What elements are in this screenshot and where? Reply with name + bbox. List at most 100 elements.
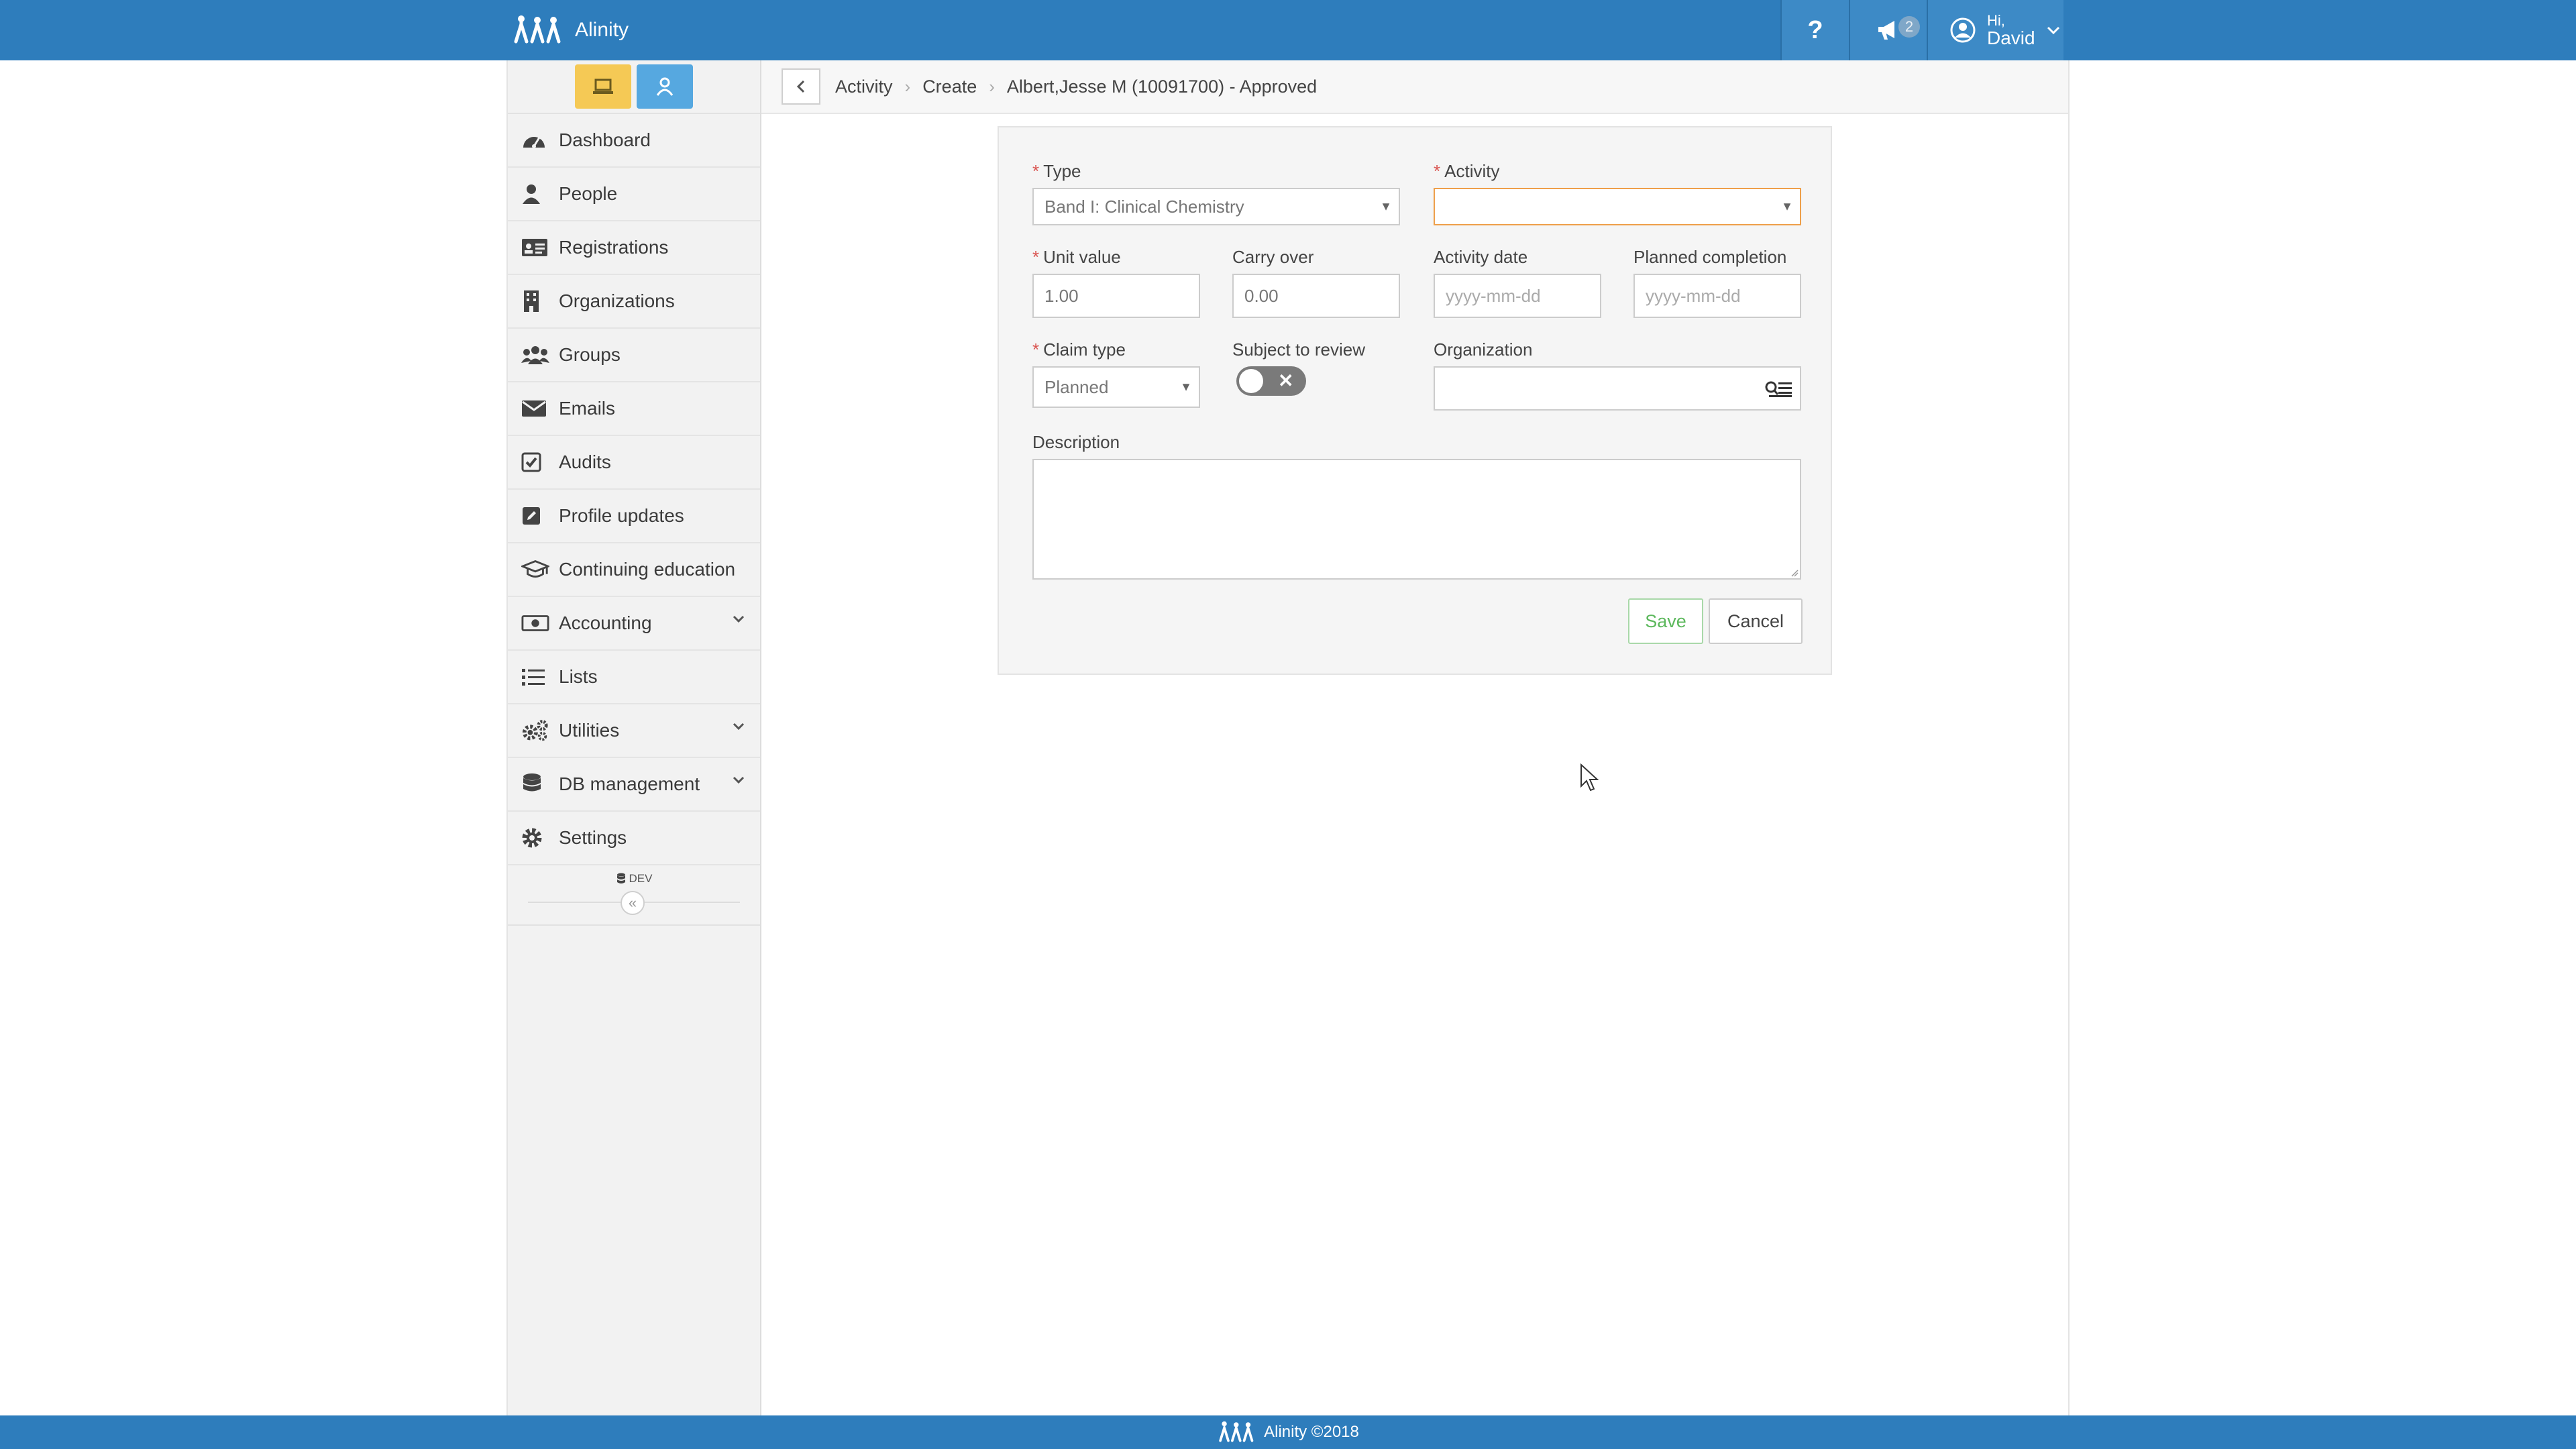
user-circle-icon (1949, 17, 1976, 44)
sidebar-item-settings[interactable]: Settings (508, 812, 760, 865)
sidebar-item-label: Audits (559, 451, 611, 472)
environment-badge: DEV (508, 872, 760, 885)
organization-label: Organization (1434, 339, 1533, 360)
envelope-icon (521, 396, 549, 421)
sidebar-item-dashboard[interactable]: Dashboard (508, 114, 760, 168)
subject-to-review-label: Subject to review (1232, 339, 1365, 360)
top-actions: ? 2 Hi, David (1780, 0, 2063, 60)
required-marker: * (1434, 161, 1441, 181)
breadcrumb-items: Activity › Create › Albert,Jesse M (1009… (835, 76, 1317, 97)
search-list-icon[interactable] (1765, 380, 1793, 398)
frame-divider-right (2068, 60, 2070, 1415)
mouse-cursor-icon (1580, 763, 1599, 792)
money-icon (521, 611, 549, 635)
megaphone-icon (1876, 19, 1901, 42)
laptop-icon (592, 78, 614, 95)
claim-type-select[interactable]: Planned ▼ (1032, 366, 1200, 408)
collapse-sidebar-button[interactable]: « (621, 891, 645, 915)
back-button[interactable] (782, 68, 820, 105)
breadcrumb-separator: › (904, 76, 911, 97)
notification-badge: 2 (1898, 16, 1920, 38)
database-icon (521, 772, 549, 796)
cancel-button[interactable]: Cancel (1709, 598, 1803, 644)
activity-select[interactable]: ▼ (1434, 188, 1801, 225)
carry-over-label: Carry over (1232, 247, 1314, 267)
chevron-down-icon (732, 722, 745, 731)
sidebar-item-label: Registrations (559, 237, 669, 258)
caret-down-icon: ▼ (1781, 199, 1793, 213)
sidebar-item-emails[interactable]: Emails (508, 382, 760, 436)
sidebar-item-people[interactable]: People (508, 168, 760, 221)
sidebar-item-label: Dashboard (559, 129, 651, 150)
sidebar-item-db-management[interactable]: DB management (508, 758, 760, 812)
brand-name: Alinity (575, 19, 629, 41)
list-icon (521, 665, 549, 689)
gear-icon (521, 826, 549, 850)
required-marker: * (1032, 161, 1040, 181)
type-select-value: Band I: Clinical Chemistry (1044, 196, 1244, 217)
graduation-cap-icon (521, 557, 549, 582)
close-icon: ✕ (1278, 370, 1294, 391)
planned-completion-label: Planned completion (1633, 247, 1787, 267)
sidebar-item-label: DB management (559, 773, 700, 794)
planned-completion-input[interactable]: yyyy-mm-dd (1633, 274, 1801, 318)
sidebar-item-profile-updates[interactable]: Profile updates (508, 490, 760, 543)
help-icon: ? (1807, 15, 1823, 44)
chevron-down-icon (732, 775, 745, 785)
claim-type-value: Planned (1044, 376, 1109, 397)
subject-to-review-toggle[interactable]: ✕ (1236, 366, 1306, 396)
environment-area: DEV « (508, 865, 760, 926)
type-select[interactable]: Band I: Clinical Chemistry ▼ (1032, 188, 1400, 225)
description-label: Description (1032, 432, 1120, 452)
sidebar-item-organizations[interactable]: Organizations (508, 275, 760, 329)
sidebar: Dashboard People Registrations Organizat… (508, 60, 761, 1415)
planned-completion-placeholder: yyyy-mm-dd (1646, 285, 1741, 306)
sidebar-item-label: Emails (559, 398, 616, 419)
unit-value-text: 1.00 (1044, 285, 1079, 306)
alinity-logo-icon (1217, 1421, 1258, 1444)
resize-handle-icon[interactable] (1790, 569, 1799, 577)
user-name: David (1987, 27, 2035, 48)
sidebar-item-label: Utilities (559, 720, 620, 741)
brand[interactable]: Alinity (512, 15, 629, 46)
client-mode-button[interactable] (637, 64, 693, 109)
sidebar-item-label: Organizations (559, 290, 675, 311)
carry-over-text: 0.00 (1244, 285, 1279, 306)
dashboard-icon (521, 128, 549, 152)
edit-icon (521, 504, 549, 528)
activity-form: * Type Band I: Clinical Chemistry ▼ * Acti… (998, 126, 1832, 675)
type-label-text: Type (1043, 161, 1081, 181)
user-menu-button[interactable]: Hi, David (1927, 0, 2063, 60)
unit-value-input[interactable]: 1.00 (1032, 274, 1200, 318)
sidebar-item-label: Settings (559, 827, 627, 848)
sidebar-item-utilities[interactable]: Utilities (508, 704, 760, 758)
activity-date-input[interactable]: yyyy-mm-dd (1434, 274, 1601, 318)
alinity-logo-icon (512, 15, 567, 46)
organization-input[interactable] (1434, 366, 1801, 411)
cogs-icon (521, 718, 549, 743)
caret-down-icon: ▼ (1380, 199, 1392, 213)
sidebar-item-lists[interactable]: Lists (508, 651, 760, 704)
help-button[interactable]: ? (1780, 0, 1849, 60)
description-textarea[interactable] (1032, 459, 1801, 580)
unit-value-label: * Unit value (1032, 247, 1121, 268)
mode-switch (508, 60, 760, 114)
announcements-button[interactable]: 2 (1849, 0, 1927, 60)
chevron-down-icon (732, 614, 745, 624)
claim-type-label: * Claim type (1032, 339, 1126, 360)
save-button[interactable]: Save (1628, 598, 1703, 644)
breadcrumb-create[interactable]: Create (922, 76, 977, 97)
sidebar-item-groups[interactable]: Groups (508, 329, 760, 382)
unit-value-label-text: Unit value (1043, 247, 1121, 267)
sidebar-item-accounting[interactable]: Accounting (508, 597, 760, 651)
admin-mode-button[interactable] (575, 64, 631, 109)
sidebar-item-label: Lists (559, 666, 598, 687)
sidebar-item-audits[interactable]: Audits (508, 436, 760, 490)
carry-over-input[interactable]: 0.00 (1232, 274, 1400, 318)
sidebar-item-continuing-education[interactable]: Continuing education (508, 543, 760, 597)
users-icon (521, 343, 549, 367)
breadcrumb-activity[interactable]: Activity (835, 76, 893, 97)
caret-down-icon: ▼ (1180, 380, 1192, 394)
breadcrumb-current: Albert,Jesse M (10091700) - Approved (1006, 76, 1318, 97)
sidebar-item-registrations[interactable]: Registrations (508, 221, 760, 275)
